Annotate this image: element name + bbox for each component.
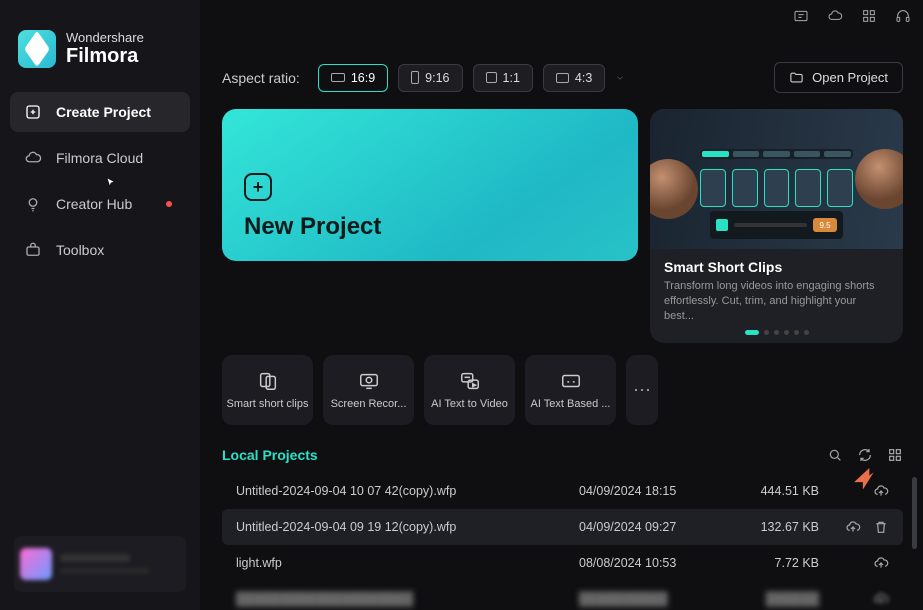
sidebar-item-label: Create Project xyxy=(56,104,151,120)
ratio-icon xyxy=(556,73,569,83)
promo-card[interactable]: 9.5 Smart Short Clips Transform long vid… xyxy=(650,109,903,343)
grid-view-icon[interactable] xyxy=(887,447,903,463)
project-size: 7.72 KB xyxy=(719,556,819,570)
project-size: 132.67 KB xyxy=(719,520,819,534)
screen-icon xyxy=(358,370,380,392)
aspect-ratio-4-3-button[interactable]: 4:3 xyxy=(543,64,605,92)
project-name: Untitled-2024-09-04 09 19 12(copy).wfp xyxy=(236,520,579,534)
user-account-box[interactable] xyxy=(14,536,186,592)
ratio-icon xyxy=(411,71,419,84)
aspect-ratio-more-dropdown[interactable] xyxy=(615,71,625,85)
sidebar: Wondershare Filmora Create Project Filmo… xyxy=(0,0,200,610)
cloud-icon xyxy=(24,149,42,167)
aspect-ratio-9-16-button[interactable]: 9:16 xyxy=(398,64,462,92)
project-row[interactable]: Untitled-2024-09-04 10 07 42(copy).wfp 0… xyxy=(222,473,903,509)
clips-icon xyxy=(257,370,279,392)
project-date: 04/09/2024 18:15 xyxy=(579,484,719,498)
ratio-icon xyxy=(486,72,497,83)
aspect-ratio-16-9-button[interactable]: 16:9 xyxy=(318,64,388,92)
open-project-button[interactable]: Open Project xyxy=(774,62,903,93)
avatar xyxy=(20,548,52,580)
brand-line2: Filmora xyxy=(66,45,144,67)
sidebar-item-label: Filmora Cloud xyxy=(56,150,143,166)
tool-ai-text-to-video[interactable]: AI Text to Video xyxy=(424,355,515,425)
project-date: 04/09/2024 09:27 xyxy=(579,520,719,534)
cloud-upload-icon[interactable] xyxy=(873,591,889,607)
sidebar-item-creator-hub[interactable]: Creator Hub xyxy=(10,184,190,224)
project-date: 08/08/2024 10:53 xyxy=(579,556,719,570)
plus-square-icon xyxy=(24,103,42,121)
sidebar-nav: Create Project Filmora Cloud Creator Hub… xyxy=(0,92,200,270)
tools-row: Smart short clips Screen Recor... AI Tex… xyxy=(222,355,903,425)
text-video-icon xyxy=(459,370,481,392)
project-size: 444.51 KB xyxy=(719,484,819,498)
scrollbar[interactable] xyxy=(912,477,917,549)
brand-logo: Wondershare Filmora xyxy=(0,30,200,92)
promo-description: Transform long videos into engaging shor… xyxy=(664,279,889,324)
aspect-ratio-toolbar: Aspect ratio: 16:9 9:16 1:1 4:3 Open Pro… xyxy=(222,62,903,93)
sidebar-item-toolbox[interactable]: Toolbox xyxy=(10,230,190,270)
cloud-upload-icon[interactable] xyxy=(845,519,861,535)
new-project-card[interactable]: + New Project xyxy=(222,109,638,261)
project-name: light.wfp xyxy=(236,556,579,570)
ratio-icon xyxy=(331,73,345,82)
refresh-icon[interactable] xyxy=(857,447,873,463)
brand-line1: Wondershare xyxy=(66,31,144,45)
aspect-ratio-1-1-button[interactable]: 1:1 xyxy=(473,64,533,92)
cloud-upload-icon[interactable] xyxy=(873,555,889,571)
bulb-icon xyxy=(24,195,42,213)
tool-ai-text-based[interactable]: AI Text Based ... xyxy=(525,355,616,425)
sidebar-item-label: Toolbox xyxy=(56,242,104,258)
search-icon[interactable] xyxy=(827,447,843,463)
plus-icon: + xyxy=(244,173,272,201)
captions-icon xyxy=(560,370,582,392)
tool-smart-short-clips[interactable]: Smart short clips xyxy=(222,355,313,425)
project-row-redacted[interactable] xyxy=(222,581,903,610)
tools-more-button[interactable]: ··· xyxy=(626,355,658,425)
tool-screen-recorder[interactable]: Screen Recor... xyxy=(323,355,414,425)
logo-mark-icon xyxy=(18,30,56,68)
local-projects-header: Local Projects xyxy=(222,447,903,463)
sidebar-item-filmora-cloud[interactable]: Filmora Cloud xyxy=(10,138,190,178)
promo-pagination-dots[interactable] xyxy=(650,330,903,343)
project-list: Untitled-2024-09-04 10 07 42(copy).wfp 0… xyxy=(222,473,903,610)
project-name: Untitled-2024-09-04 10 07 42(copy).wfp xyxy=(236,484,579,498)
sidebar-item-label: Creator Hub xyxy=(56,196,132,212)
main-content: Aspect ratio: 16:9 9:16 1:1 4:3 Open Pro… xyxy=(200,0,923,610)
local-projects-title: Local Projects xyxy=(222,447,827,463)
folder-icon xyxy=(789,70,804,85)
new-project-title: New Project xyxy=(244,213,616,241)
notification-dot-icon xyxy=(166,201,172,207)
project-row[interactable]: Untitled-2024-09-04 09 19 12(copy).wfp 0… xyxy=(222,509,903,545)
aspect-ratio-label: Aspect ratio: xyxy=(222,70,300,86)
trash-icon[interactable] xyxy=(873,519,889,535)
sidebar-item-create-project[interactable]: Create Project xyxy=(10,92,190,132)
promo-image: 9.5 xyxy=(650,109,903,249)
promo-title: Smart Short Clips xyxy=(664,259,889,275)
cloud-upload-icon[interactable] xyxy=(873,483,889,499)
toolbox-icon xyxy=(24,241,42,259)
project-row[interactable]: light.wfp 08/08/2024 10:53 7.72 KB xyxy=(222,545,903,581)
